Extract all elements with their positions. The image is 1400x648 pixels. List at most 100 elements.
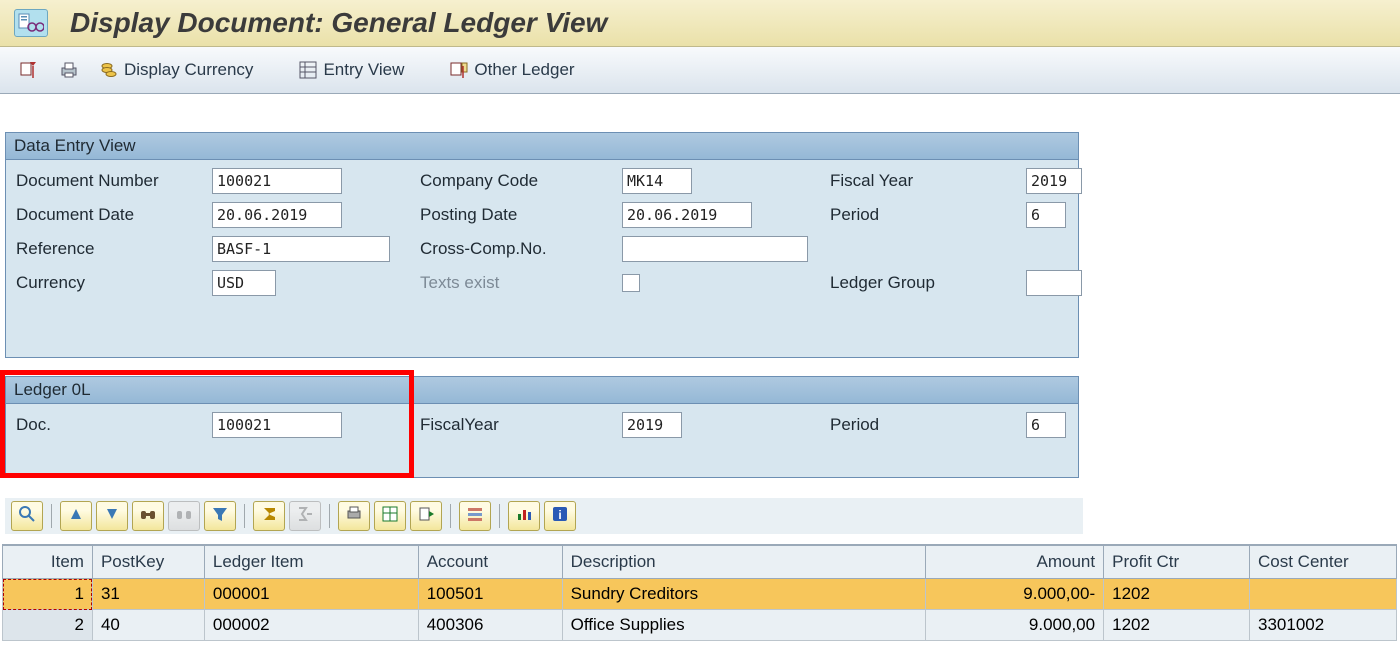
cell-cost-center[interactable]: 3301002 (1250, 610, 1397, 641)
document-date-field[interactable] (212, 202, 342, 228)
col-profit-ctr[interactable]: Profit Ctr (1104, 546, 1250, 579)
details-button[interactable] (11, 501, 43, 531)
titlebar: Display Document: General Ledger View (0, 0, 1400, 47)
reference-label: Reference (16, 239, 212, 259)
company-code-label: Company Code (420, 171, 622, 191)
ledger-fiscalyear-field[interactable] (622, 412, 682, 438)
toggle-edit-icon (18, 59, 40, 81)
layout-button[interactable] (459, 501, 491, 531)
sigma-icon (260, 505, 278, 528)
line-items-table[interactable]: Item PostKey Ledger Item Account Descrip… (2, 544, 1397, 641)
graphic-button[interactable] (508, 501, 540, 531)
fiscal-year-field[interactable] (1026, 168, 1082, 194)
display-currency-label: Display Currency (124, 60, 253, 80)
ledger-period-label: Period (830, 415, 1026, 435)
posting-date-field[interactable] (622, 202, 752, 228)
alv-toolbar: i (5, 498, 1083, 534)
col-item[interactable]: Item (3, 546, 93, 579)
sort-asc-icon (67, 505, 85, 528)
cell-ledger-item[interactable]: 000002 (204, 610, 418, 641)
cell-account[interactable]: 100501 (418, 579, 562, 610)
change-display-button[interactable] (14, 57, 44, 83)
layout-icon (466, 505, 484, 528)
entry-view-button[interactable]: Entry View (293, 57, 408, 83)
ledger-group-label: Ledger Group (830, 273, 1026, 293)
sort-desc-icon (103, 505, 121, 528)
toolbar: Display Currency Entry View Other Ledger (0, 47, 1400, 94)
period-field[interactable] (1026, 202, 1066, 228)
ledger-group: Ledger 0L Doc. FiscalYear Period (5, 376, 1079, 478)
list-view-icon (297, 59, 319, 81)
texts-exist-label: Texts exist (420, 273, 622, 293)
binoculars-icon (139, 505, 157, 528)
document-glasses-icon (14, 9, 48, 37)
magnifier-icon (18, 505, 36, 528)
cell-postkey[interactable]: 31 (92, 579, 204, 610)
display-currency-button[interactable]: Display Currency (94, 57, 257, 83)
excel-button[interactable] (374, 501, 406, 531)
funnel-icon (211, 505, 229, 528)
col-account[interactable]: Account (418, 546, 562, 579)
table-row[interactable]: 240000002400306Office Supplies9.000,0012… (3, 610, 1397, 641)
print-button[interactable] (54, 57, 84, 83)
ledger-period-field[interactable] (1026, 412, 1066, 438)
sort-asc-button[interactable] (60, 501, 92, 531)
col-postkey[interactable]: PostKey (92, 546, 204, 579)
document-date-label: Document Date (16, 205, 212, 225)
cell-amount[interactable]: 9.000,00 (926, 610, 1104, 641)
currency-field[interactable] (212, 270, 276, 296)
cell-postkey[interactable]: 40 (92, 610, 204, 641)
cell-cost-center[interactable] (1250, 579, 1397, 610)
document-number-field[interactable] (212, 168, 342, 194)
subtotal-button (289, 501, 321, 531)
ledger-group-title: Ledger 0L (6, 377, 1078, 404)
entry-view-label: Entry View (323, 60, 404, 80)
chart-icon (515, 505, 533, 528)
texts-exist-checkbox[interactable] (622, 274, 640, 292)
cell-profit-ctr[interactable]: 1202 (1104, 579, 1250, 610)
export-button[interactable] (410, 501, 442, 531)
doc-label: Doc. (16, 415, 212, 435)
doc-field[interactable] (212, 412, 342, 438)
ledger-group-field[interactable] (1026, 270, 1082, 296)
cell-item[interactable]: 2 (3, 610, 93, 641)
document-number-label: Document Number (16, 171, 212, 191)
currency-stack-icon (98, 59, 120, 81)
col-ledger-item[interactable]: Ledger Item (204, 546, 418, 579)
spreadsheet-icon (381, 505, 399, 528)
cell-amount[interactable]: 9.000,00- (926, 579, 1104, 610)
data-entry-view-group: Data Entry View Document Number Company … (5, 132, 1079, 358)
sort-desc-button[interactable] (96, 501, 128, 531)
cell-item[interactable]: 1 (3, 579, 93, 610)
svg-text:i: i (558, 508, 561, 522)
cell-account[interactable]: 400306 (418, 610, 562, 641)
cell-profit-ctr[interactable]: 1202 (1104, 610, 1250, 641)
export-icon (417, 505, 435, 528)
col-amount[interactable]: Amount (926, 546, 1104, 579)
col-cost-center[interactable]: Cost Center (1250, 546, 1397, 579)
table-row[interactable]: 131000001100501Sundry Creditors9.000,00-… (3, 579, 1397, 610)
subtotal-icon (296, 505, 314, 528)
binoculars-next-icon (175, 505, 193, 528)
cell-ledger-item[interactable]: 000001 (204, 579, 418, 610)
cell-description[interactable]: Sundry Creditors (562, 579, 926, 610)
find-button[interactable] (132, 501, 164, 531)
data-entry-view-title: Data Entry View (6, 133, 1078, 160)
other-ledger-button[interactable]: Other Ledger (444, 57, 578, 83)
fiscal-year-label: Fiscal Year (830, 171, 1026, 191)
posting-date-label: Posting Date (420, 205, 622, 225)
other-ledger-label: Other Ledger (474, 60, 574, 80)
other-ledger-icon (448, 59, 470, 81)
reference-field[interactable] (212, 236, 390, 262)
cell-description[interactable]: Office Supplies (562, 610, 926, 641)
col-description[interactable]: Description (562, 546, 926, 579)
period-label: Period (830, 205, 1026, 225)
filter-button[interactable] (204, 501, 236, 531)
page-title: Display Document: General Ledger View (70, 7, 607, 39)
printer-icon (58, 59, 80, 81)
print-preview-button[interactable] (338, 501, 370, 531)
cross-comp-no-field[interactable] (622, 236, 808, 262)
company-code-field[interactable] (622, 168, 692, 194)
sum-button[interactable] (253, 501, 285, 531)
info-button[interactable]: i (544, 501, 576, 531)
